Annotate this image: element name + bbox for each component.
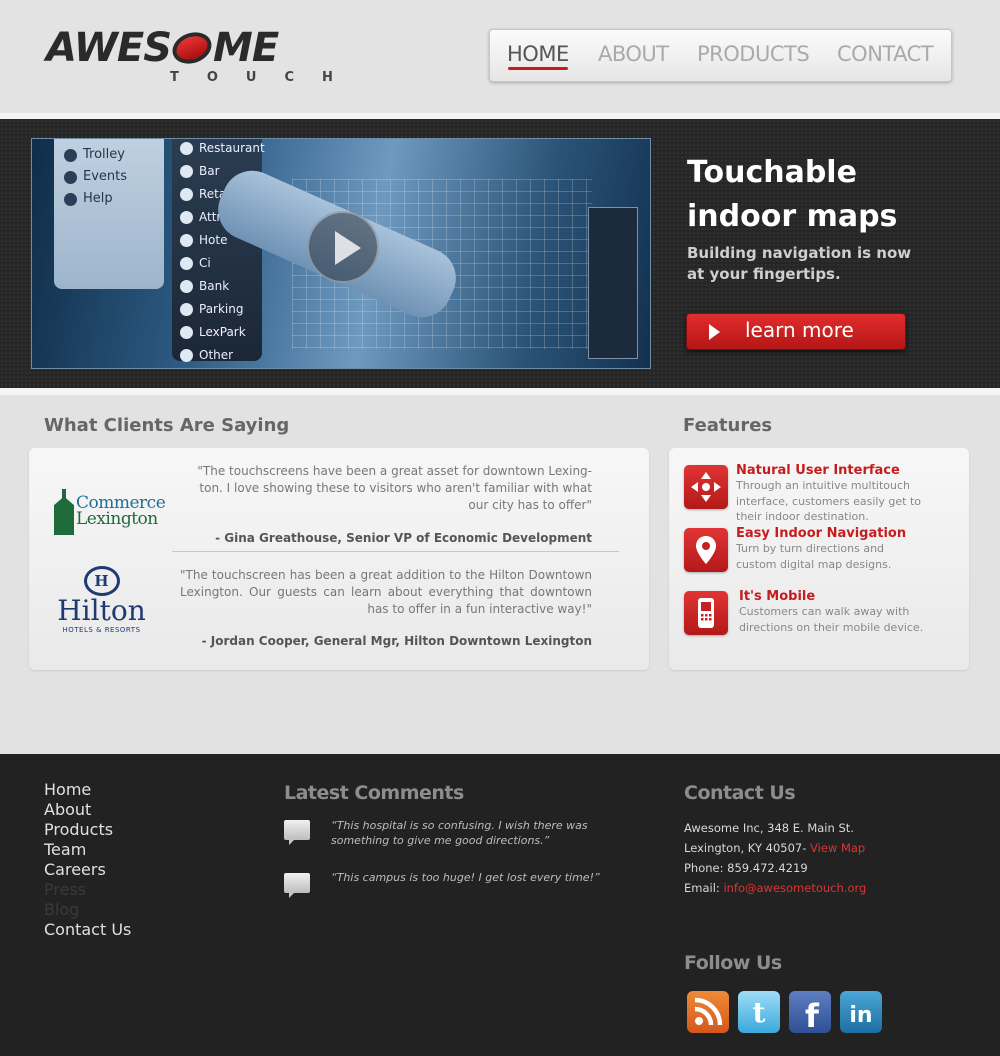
testimonial-divider [172,551,619,552]
footer-link-contact[interactable]: Contact Us [44,920,131,940]
nav-home[interactable]: HOME [507,42,569,66]
commerce-lexington-logo: Commerce Lexington [54,489,174,539]
feature-desc: Turn by turn directions and custom digit… [736,542,892,571]
logo-wordmark: AWES ME [46,25,346,71]
testimonial-author: - Jordan Cooper, General Mgr, Hilton Dow… [201,634,592,648]
follow-us-heading: Follow Us [684,952,782,974]
video-menu-item: Parking [180,298,265,321]
learn-more-button[interactable]: learn more [686,313,906,350]
nav-contact[interactable]: CONTACT [837,42,934,66]
video-menu-item: Ci [180,252,265,275]
twitter-icon[interactable]: t [738,991,780,1033]
testimonial-quote: "The touchscreens have been a great asse… [197,464,592,512]
play-arrow-icon [709,324,720,340]
testimonial-quote: "The touchscreen has been a great additi… [180,568,592,616]
logo-subtext: TOUCH [170,70,361,85]
footer-link-team[interactable]: Team [44,840,131,860]
facebook-icon[interactable]: f [789,991,831,1035]
comment-text: “This hospital is so confusing. I wish t… [331,819,588,847]
video-menu-item: Trolley [64,144,127,166]
footer-nav: Home About Products Team Careers Press B… [44,780,131,940]
map-pin-icon [684,528,728,572]
contact-info: Awesome Inc, 348 E. Main St. Lexington, … [684,818,866,898]
feature-title: Natural User Interface [736,463,900,478]
hero-bottom-border [0,388,1000,395]
testimonial-author: - Gina Greathouse, Senior VP of Economic… [215,531,592,545]
comment-text: “This campus is too huge! I get lost eve… [331,871,600,884]
svg-text:in: in [849,1003,872,1028]
contact-heading: Contact Us [684,782,796,804]
main-nav: HOME ABOUT PRODUCTS CONTACT [489,29,952,82]
play-icon[interactable] [307,211,379,283]
nav-active-underline [508,67,568,70]
feature-desc: Customers can walk away with directions … [739,605,924,634]
video-player[interactable]: Trolley Events Help Restaurant Bar Retai… [31,138,651,369]
contact-email: Email: info@awesometouch.org [684,881,867,895]
footer-link-press[interactable]: Press [44,880,131,900]
video-menu-item: Bank [180,275,265,298]
svg-text:t: t [753,996,766,1029]
rss-icon[interactable] [687,991,729,1033]
video-menu-left: Trolley Events Help [64,144,127,210]
hero-subtitle: Building navigation is now at your finge… [687,244,912,283]
feature-title: Easy Indoor Navigation [736,526,907,541]
move-arrows-icon [684,465,728,509]
contact-address: Awesome Inc, 348 E. Main St. [684,821,854,835]
header: AWES ME TOUCH HOME ABOUT PRODUCTS CONTACT [0,0,1000,113]
footer-link-about[interactable]: About [44,800,131,820]
video-menu-item: Restaurant [180,139,265,160]
comment-bubble-icon [284,820,310,845]
nav-products[interactable]: PRODUCTS [697,42,810,66]
logo[interactable]: AWES ME TOUCH [46,25,346,88]
footer-link-home[interactable]: Home [44,780,131,800]
footer-link-careers[interactable]: Careers [44,860,131,880]
testimonials-heading: What Clients Are Saying [44,415,290,436]
feature-desc: Through an intuitive multitouch interfac… [736,479,922,523]
svg-text:f: f [805,997,820,1033]
latest-comments-heading: Latest Comments [284,782,464,804]
hero-banner: Trolley Events Help Restaurant Bar Retai… [0,119,1000,388]
logo-text-right: ME [213,25,279,71]
contact-city: Lexington, KY 40507- View Map [684,841,866,855]
email-link[interactable]: info@awesometouch.org [723,881,866,895]
comment-bubble-icon [284,873,310,898]
hilton-logo: H Hilton HOTELS & RESORTS [54,566,149,641]
mobile-phone-icon [684,591,728,635]
video-menu-item: Other [180,344,265,367]
logo-o-icon [168,27,216,69]
contact-phone: Phone: 859.472.4219 [684,861,808,875]
features-heading: Features [683,415,773,436]
learn-more-label: learn more [745,318,854,342]
video-map-legend [588,207,638,359]
feature-title: It's Mobile [739,589,816,604]
footer-link-blog[interactable]: Blog [44,900,131,920]
linkedin-icon[interactable]: in [840,991,882,1033]
footer-link-products[interactable]: Products [44,820,131,840]
video-menu-item: Events [64,166,127,188]
video-menu-item: LexPark [180,321,265,344]
logo-text-left: AWES [46,25,172,71]
video-menu-item: Help [64,188,127,210]
hero-title: Touchable indoor maps [687,155,898,234]
view-map-link[interactable]: View Map [810,841,865,855]
nav-about[interactable]: ABOUT [598,42,669,66]
